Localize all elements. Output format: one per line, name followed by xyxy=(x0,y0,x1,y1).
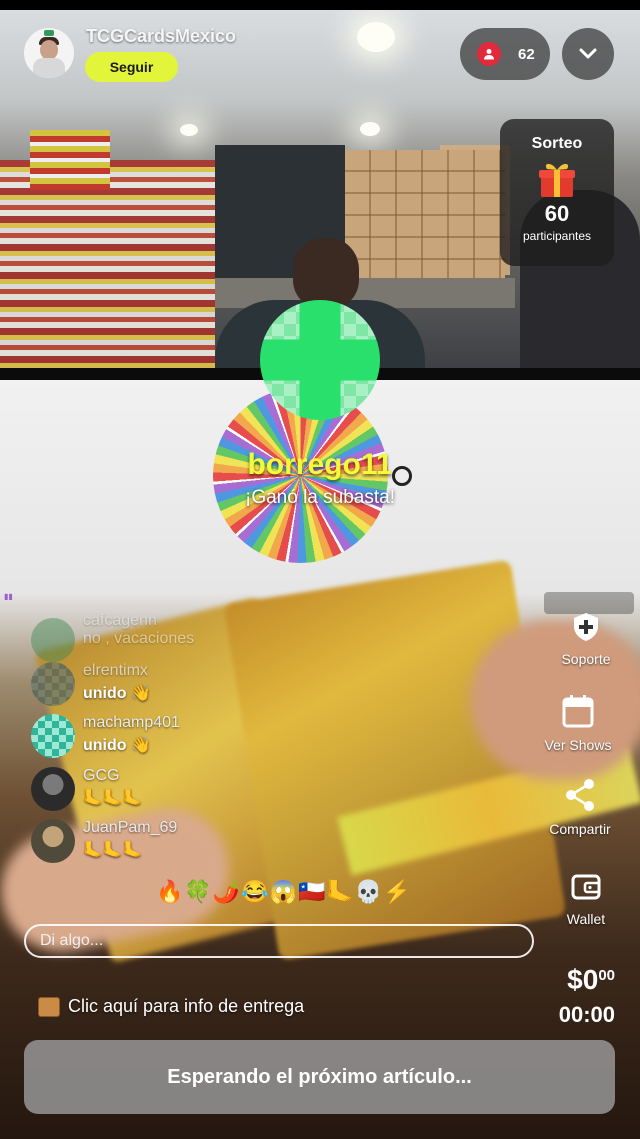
giveaway-participant-label: participantes xyxy=(522,229,592,243)
collapse-button[interactable] xyxy=(562,28,614,80)
streamer-head xyxy=(293,238,359,308)
chevron-down-icon xyxy=(579,48,597,59)
share-label: Compartir xyxy=(549,821,611,837)
chat-avatar xyxy=(31,767,75,811)
chat-username: elrentimx xyxy=(83,662,148,679)
ceiling-light xyxy=(360,122,380,136)
giveaway-participant-count: 60 xyxy=(544,201,570,226)
product-shelf xyxy=(0,160,215,370)
price-amount: $0 xyxy=(567,964,599,995)
chat-text: no , vacaciones xyxy=(83,630,195,647)
avatar-face xyxy=(40,40,58,60)
ceiling-light xyxy=(357,22,395,52)
chat-username: JuanPam_69 xyxy=(83,819,178,836)
chat-username: cafcagenn xyxy=(83,612,157,629)
giveaway-card[interactable]: Sorteo 60 participantes xyxy=(500,119,614,266)
follow-button[interactable]: Seguir xyxy=(85,52,178,82)
channel-avatar[interactable] xyxy=(24,28,74,78)
chat-avatar xyxy=(31,819,75,863)
shows-label: Ver Shows xyxy=(544,737,612,753)
chat-text: 🦶🦶🦶 xyxy=(83,842,143,859)
chat-username: GCG xyxy=(83,767,120,784)
winner-avatar xyxy=(260,300,380,420)
chat-message: JuanPam_69 🦶🦶🦶 xyxy=(31,819,331,865)
avatar-body xyxy=(33,58,65,78)
share-icon xyxy=(566,779,594,811)
chat-message: machamp401 unido 👋 xyxy=(31,714,331,760)
quick-reactions-bar[interactable]: 🔥🍀🌶️😂😱🇨🇱🦶💀⚡ xyxy=(156,879,412,905)
chat-input[interactable] xyxy=(24,924,534,958)
wallet-icon xyxy=(571,874,601,900)
camera-controls xyxy=(544,592,634,614)
chat-avatar xyxy=(31,618,75,662)
user-icon xyxy=(477,42,501,66)
support-button[interactable]: Soporte xyxy=(554,612,618,667)
wallet-label: Wallet xyxy=(566,911,606,927)
viewer-count-badge[interactable]: 62 xyxy=(460,28,550,80)
chat-avatar xyxy=(31,662,75,706)
ceiling-light xyxy=(180,124,198,136)
product-shelf xyxy=(30,130,110,190)
calendar-icon xyxy=(562,695,594,728)
viewer-count: 62 xyxy=(518,45,535,63)
winner-message: ¡Ganó la subasta! xyxy=(245,487,395,508)
chat-message: GCG 🦶🦶🦶 xyxy=(31,767,331,813)
package-icon xyxy=(38,996,60,1017)
waiting-next-item-button[interactable]: Esperando el próximo artículo... xyxy=(24,1040,615,1114)
current-bid: $000 xyxy=(567,964,615,996)
chat-text: unido 👋 xyxy=(83,685,151,702)
chat-message: cafcagenn no , vacaciones xyxy=(31,612,331,664)
shows-button[interactable]: Ver Shows xyxy=(540,694,616,753)
share-button[interactable]: Compartir xyxy=(542,778,618,837)
wallet-button[interactable]: Wallet xyxy=(556,872,616,927)
stream-watermark: ▮▮ xyxy=(4,592,13,601)
channel-name[interactable]: TCGCardsMexico xyxy=(86,26,236,47)
status-bar xyxy=(0,0,640,10)
chat-text: unido 👋 xyxy=(83,737,151,754)
chat-username: machamp401 xyxy=(83,714,180,731)
logo-badge xyxy=(44,30,54,36)
wheel-pointer xyxy=(392,466,412,486)
chat-avatar xyxy=(31,714,75,758)
chat-message: elrentimx unido 👋 xyxy=(31,662,331,708)
auction-timer: 00:00 xyxy=(558,1002,615,1027)
price-cents: 00 xyxy=(598,967,615,984)
chat-text: 🦶🦶🦶 xyxy=(83,790,143,807)
delivery-info-text: Clic aquí para info de entrega xyxy=(68,996,305,1016)
giveaway-title: Sorteo xyxy=(531,135,583,152)
cardboard-boxes xyxy=(345,150,505,280)
gift-icon xyxy=(537,159,577,199)
delivery-info-link[interactable]: Clic aquí para info de entrega xyxy=(38,996,304,1017)
winner-username: borrego11 xyxy=(247,448,393,481)
support-label: Soporte xyxy=(561,651,611,667)
shield-plus-icon xyxy=(574,613,598,641)
